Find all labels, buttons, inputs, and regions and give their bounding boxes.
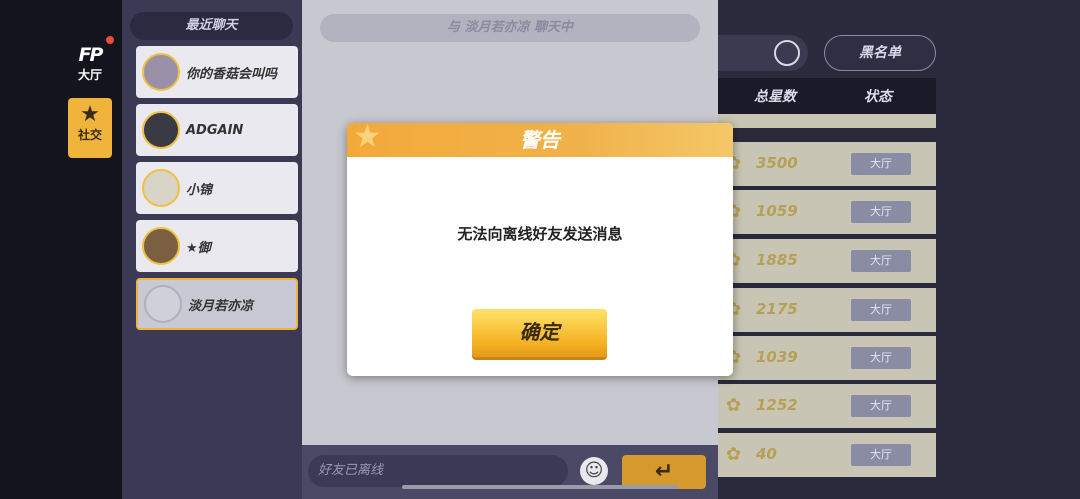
warning-dialog: ★ 警告 无法向离线好友发送消息 确定 <box>347 123 733 376</box>
dialog-message: 无法向离线好友发送消息 <box>457 225 623 243</box>
dialog-title: 警告 <box>520 128 560 152</box>
confirm-button[interactable]: 确定 <box>472 309 607 357</box>
star-decoration-icon: ★ <box>353 123 382 155</box>
modal-overlay: ★ 警告 无法向离线好友发送消息 确定 <box>0 0 1080 499</box>
dialog-header: ★ 警告 <box>347 123 733 157</box>
